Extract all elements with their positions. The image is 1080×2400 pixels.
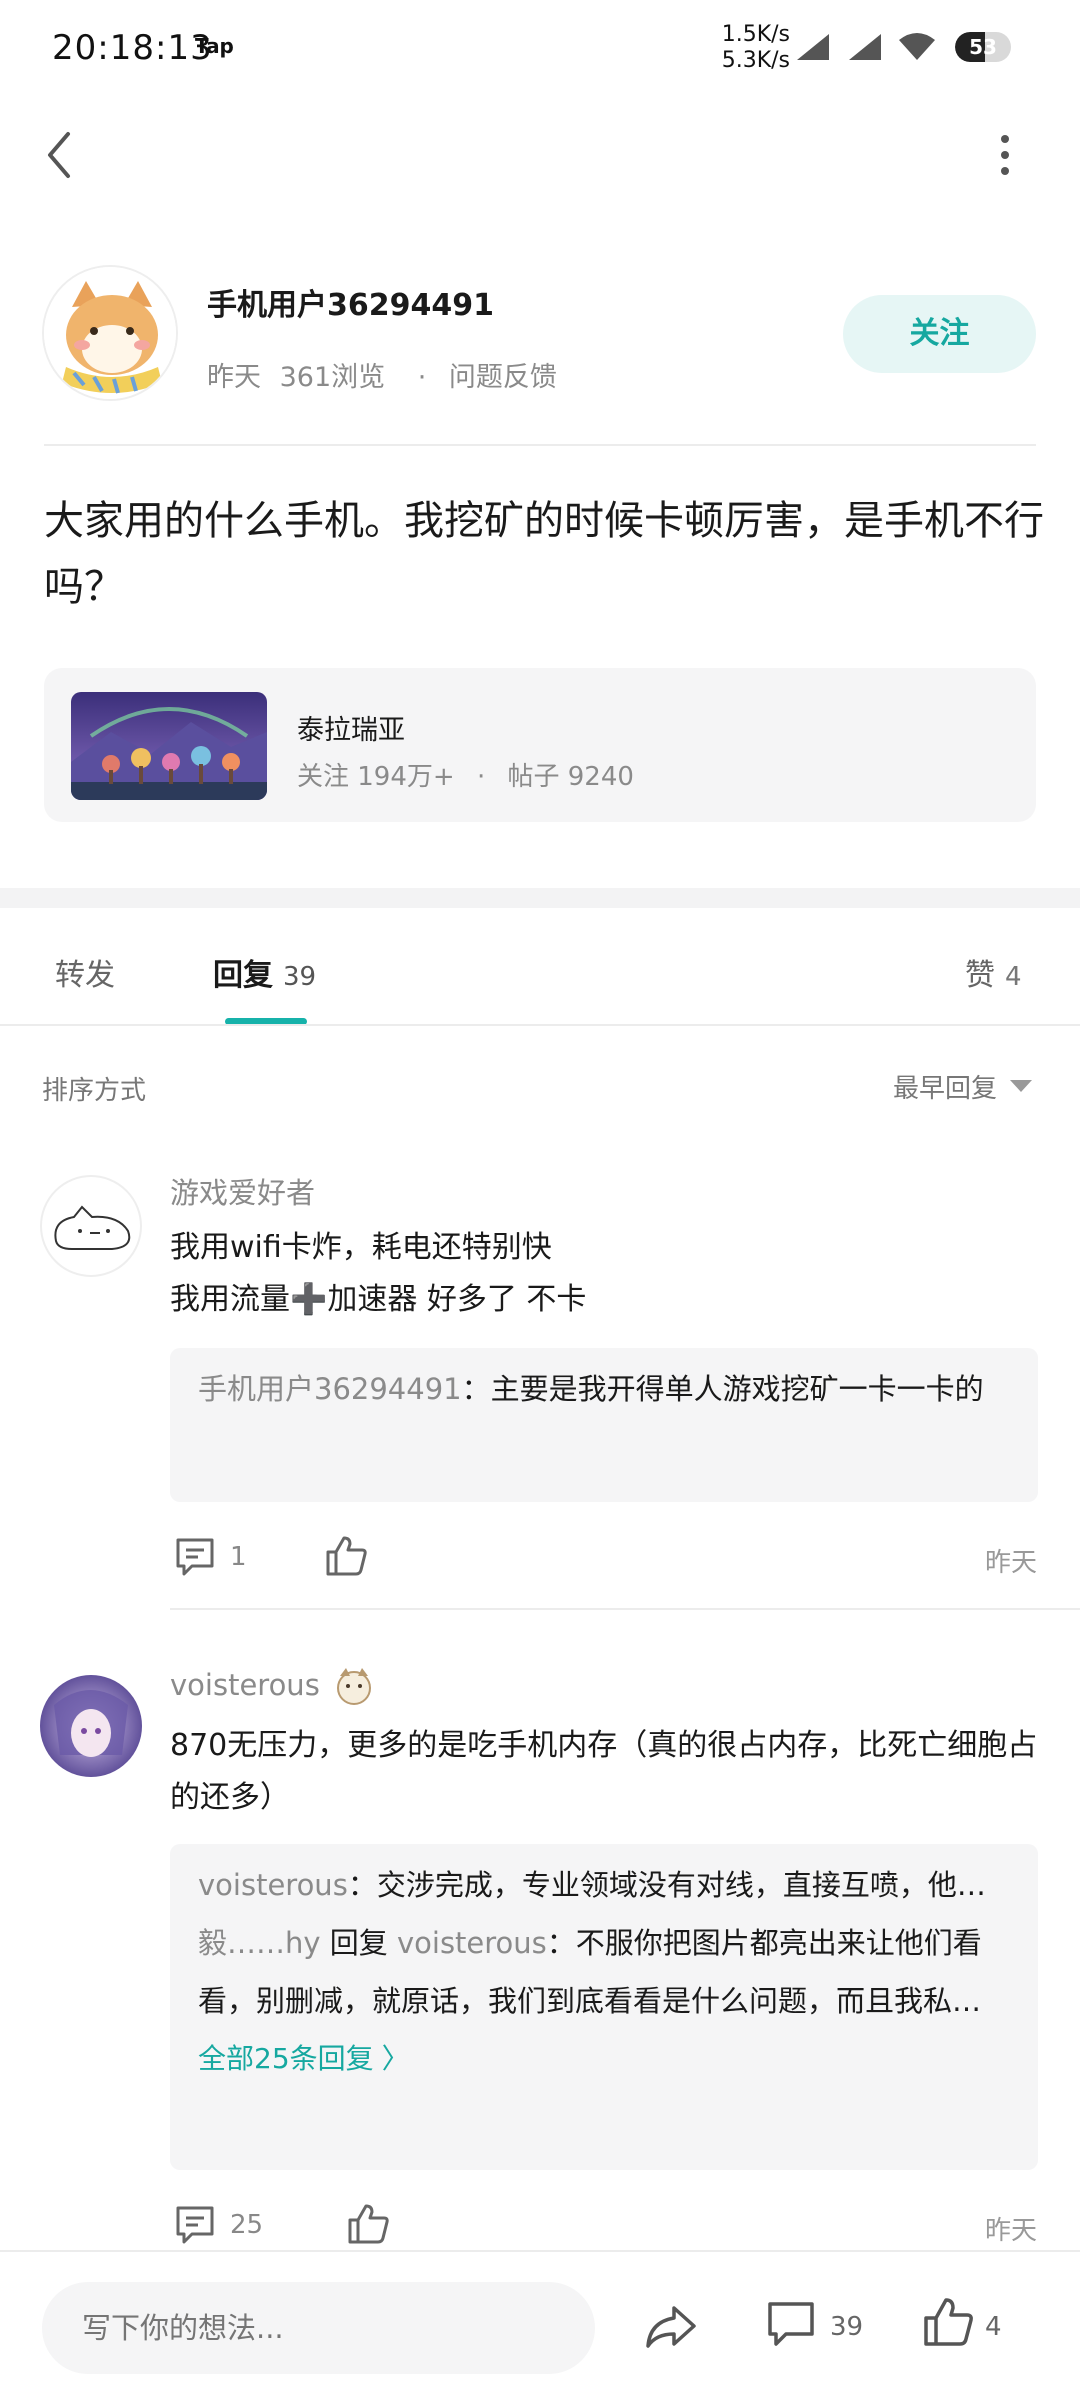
comment-line: 我用wifi卡炸，耗电还特别快 <box>170 1230 552 1265</box>
author-meta: 昨天 361浏览 · 问题反馈 <box>207 355 567 394</box>
comment-body: 870无压力，更多的是吃手机内存（真的很占内存，比死亡细胞占的还多） <box>170 1728 1038 1815</box>
comment-avatar[interactable] <box>40 1175 142 1277</box>
stats-separator: · <box>476 762 486 792</box>
comment-username[interactable]: 游戏爱好者 <box>170 1170 315 1212</box>
forum-name: 泰拉瑞亚 <box>297 715 405 746</box>
speed-up: 1.5K/s <box>721 22 790 47</box>
author-avatar[interactable] <box>42 265 178 401</box>
reply-preview: 毅……hy 回复 voisterous：不服你把图片都亮出来让他们看看，别删减，… <box>198 1914 1010 2030</box>
comment-time: 昨天 <box>985 2216 1038 2246</box>
comment-icon[interactable] <box>174 2204 216 2246</box>
reply-preview-box[interactable]: 手机用户36294491：主要是我开得单人游戏挖矿一卡一卡的 <box>170 1348 1038 1502</box>
tab-reply-label: 回复 <box>213 958 273 993</box>
top-nav <box>0 110 1080 200</box>
post-date: 昨天 <box>207 362 261 393</box>
reply-count: 25 <box>230 2210 264 2240</box>
follow-button[interactable]: 关注 <box>843 295 1036 373</box>
reply-target[interactable]: voisterous <box>397 1926 547 1960</box>
forum-stats: 关注 194万+ · 帖子 9240 <box>297 756 634 793</box>
signal-icon <box>797 34 829 60</box>
forum-followers: 关注 194万+ <box>297 762 455 792</box>
comment-body: 我用wifi卡炸，耗电还特别快 我用流量➕加速器 好多了 不卡 <box>170 1222 1030 1326</box>
thumbs-up-icon[interactable] <box>922 2296 974 2348</box>
tab-divider <box>0 1024 1080 1026</box>
forum-thumbnail <box>71 692 267 800</box>
more-options-icon[interactable] <box>990 130 1020 180</box>
battery-level: 53 <box>969 35 997 59</box>
comment-divider <box>170 1608 1080 1610</box>
sort-dropdown[interactable]: 最早回复 <box>893 1068 997 1105</box>
status-app-tag: Tap <box>195 34 234 58</box>
reply-username[interactable]: 手机用户36294491 <box>198 1372 462 1406</box>
post-category: 问题反馈 <box>448 362 557 393</box>
chevron-right-icon: 〉 <box>381 2042 410 2075</box>
status-bar: 20:18:13 Tap 1.5K/s 5.3K/s 53 <box>0 0 1080 96</box>
back-arrow-icon[interactable] <box>40 130 80 180</box>
network-speed: 1.5K/s 5.3K/s <box>712 22 790 74</box>
tab-reply-count: 39 <box>283 962 317 992</box>
tab-forward[interactable]: 转发 <box>55 950 115 994</box>
tab-like-label: 赞 <box>965 958 995 993</box>
reply-text: ：交涉完成，专业领域没有对线，直接互喷，他觉得自己没错，我也觉得自己没错。既然如… <box>347 1868 1010 1902</box>
reply-username[interactable]: voisterous <box>198 1868 348 1902</box>
sort-label: 排序方式 <box>42 1076 147 1106</box>
tab-forward-label: 转发 <box>55 958 115 993</box>
author-name[interactable]: 手机用户36294491 <box>207 280 494 324</box>
forum-card[interactable]: 泰拉瑞亚 关注 194万+ · 帖子 9240 <box>44 668 1036 822</box>
thumbs-up-icon[interactable] <box>346 2202 390 2246</box>
comment-icon[interactable] <box>174 1536 216 1578</box>
reply-preview-box[interactable]: voisterous：交涉完成，专业领域没有对线，直接互喷，他觉得自己没错，我也… <box>170 1844 1038 2170</box>
battery-icon: 53 <box>955 32 1011 62</box>
bottom-bar: 39 4 <box>0 2250 1080 2400</box>
tab-reply[interactable]: 回复 39 <box>213 950 316 994</box>
view-count: 361浏览 <box>279 362 386 393</box>
reply-text: ：主要是我开得单人游戏挖矿一卡一卡的 <box>461 1372 984 1406</box>
wifi-icon <box>899 33 935 60</box>
comment-avatar[interactable] <box>40 1675 142 1777</box>
tab-like-count: 4 <box>1005 962 1022 992</box>
comment-line: 我用流量➕加速器 好多了 不卡 <box>170 1282 587 1317</box>
like-count: 4 <box>985 2312 1002 2342</box>
view-all-replies-label: 全部25条回复 <box>198 2042 374 2075</box>
thumbs-up-icon[interactable] <box>324 1534 368 1578</box>
reply-preview: 手机用户36294491：主要是我开得单人游戏挖矿一卡一卡的 <box>198 1360 1010 1418</box>
view-all-replies-link[interactable]: 全部25条回复〉 <box>198 2030 1010 2088</box>
post-title: 大家用的什么手机。我挖矿的时候卡顿厉害，是手机不行吗？ <box>44 498 1044 610</box>
reply-count: 1 <box>230 1542 247 1572</box>
comment-input[interactable] <box>42 2282 595 2374</box>
signal-icon-2 <box>849 34 881 60</box>
comment-count: 39 <box>830 2312 864 2342</box>
forum-posts: 帖子 9240 <box>507 762 634 792</box>
status-time: 20:18:13 <box>52 28 213 68</box>
caret-down-icon[interactable] <box>1010 1080 1032 1092</box>
comment-username[interactable]: voisterous <box>170 1668 320 1702</box>
share-icon[interactable] <box>644 2302 698 2352</box>
reply-username[interactable]: 毅……hy <box>198 1926 321 1960</box>
status-icons: 53 <box>795 30 1035 70</box>
tab-like[interactable]: 赞4 <box>965 950 1022 994</box>
comment-time: 昨天 <box>985 1548 1038 1578</box>
reply-preview: voisterous：交涉完成，专业领域没有对线，直接互喷，他觉得自己没错，我也… <box>198 1856 1010 1914</box>
meta-separator: · <box>417 362 427 393</box>
speed-down: 5.3K/s <box>721 48 790 73</box>
section-divider <box>0 888 1080 908</box>
user-badge-icon <box>337 1668 371 1705</box>
reply-verb: 回复 <box>320 1926 397 1960</box>
comment-icon[interactable] <box>766 2300 816 2350</box>
divider <box>44 444 1036 446</box>
